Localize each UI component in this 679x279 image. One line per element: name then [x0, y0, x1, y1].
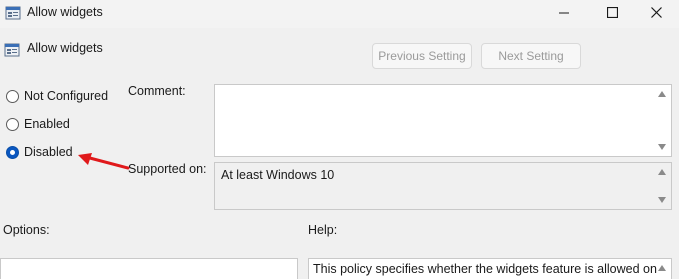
close-button[interactable] — [633, 0, 679, 28]
close-icon — [650, 7, 662, 21]
supported-scrollbar[interactable] — [654, 163, 671, 209]
supported-on-value: At least Windows 10 — [221, 168, 335, 182]
help-scrollbar[interactable] — [654, 259, 671, 279]
radio-label: Enabled — [24, 117, 70, 131]
scroll-up-icon[interactable] — [658, 91, 666, 97]
scroll-up-icon[interactable] — [658, 169, 666, 175]
radio-circle-selected[interactable] — [6, 145, 19, 159]
minimize-icon — [559, 7, 569, 21]
radio-label: Not Configured — [24, 89, 109, 103]
comment-textarea[interactable] — [214, 84, 672, 157]
radio-disabled[interactable]: Disabled — [6, 144, 73, 160]
setting-title: Allow widgets — [27, 41, 103, 55]
window-title: Allow widgets — [27, 5, 103, 19]
options-label: Options: — [3, 223, 50, 237]
help-label: Help: — [308, 223, 338, 237]
annotation-arrow — [78, 153, 130, 170]
previous-setting-button[interactable]: Previous Setting — [372, 43, 472, 69]
radio-not-configured[interactable]: Not Configured — [6, 88, 108, 104]
options-panel — [0, 258, 298, 279]
radio-enabled[interactable]: Enabled — [6, 116, 70, 132]
radio-circle[interactable] — [6, 117, 19, 131]
radio-label: Disabled — [24, 145, 73, 159]
comment-scrollbar[interactable] — [654, 85, 671, 156]
comment-label: Comment: — [128, 84, 186, 98]
help-text: This policy specifies whether the widget… — [313, 262, 657, 276]
scroll-up-icon[interactable] — [658, 265, 666, 271]
help-panel: This policy specifies whether the widget… — [308, 258, 672, 279]
title-bar: Allow widgets — [0, 0, 679, 28]
supported-on-field: At least Windows 10 — [214, 162, 672, 210]
policy-setting-icon — [4, 42, 20, 58]
scroll-down-icon[interactable] — [658, 197, 666, 203]
scroll-down-icon[interactable] — [658, 144, 666, 150]
maximize-icon — [606, 6, 618, 21]
minimize-button[interactable] — [541, 0, 587, 28]
policy-app-icon — [5, 5, 21, 21]
supported-on-label: Supported on: — [128, 162, 207, 176]
radio-circle[interactable] — [6, 89, 19, 103]
next-setting-button[interactable]: Next Setting — [481, 43, 581, 69]
maximize-button[interactable] — [589, 0, 635, 28]
